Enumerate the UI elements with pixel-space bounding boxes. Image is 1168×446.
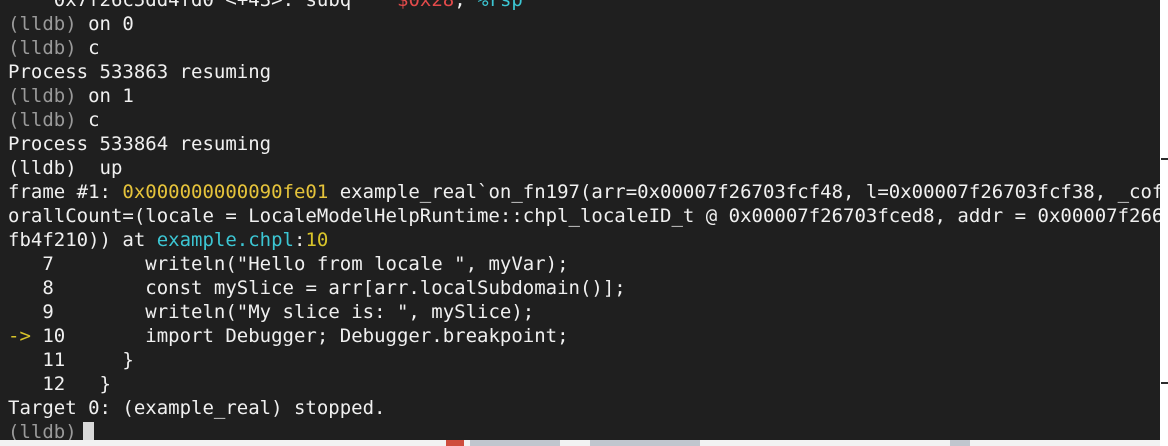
partial-disassembly-line: 0x7f26c5dd4fd0 <+43>: subq $0x28, %rsp: [8, 0, 1160, 12]
line-number: 7: [42, 253, 54, 275]
line-code: const mySlice = arr[arr.localSubdomain()…: [53, 277, 626, 299]
line-number: 8: [42, 277, 54, 299]
source-line: 11 }: [8, 348, 1160, 372]
source-line-number: 10: [305, 229, 329, 251]
terminal-output: 0x7f26c5dd4fd0 <+43>: subq $0x28, %rsp (…: [0, 0, 1160, 440]
line-marker: [8, 349, 42, 371]
output-text: Process 533864 resuming: [8, 133, 272, 155]
lldb-prompt: (lldb): [8, 85, 77, 107]
command-text: c: [76, 109, 100, 131]
source-file: example.chpl: [156, 229, 294, 251]
line-code: }: [65, 349, 134, 371]
edge-mark: [1161, 158, 1168, 160]
frame-prefix: frame #1:: [8, 181, 123, 203]
session-line: (lldb) up: [8, 156, 1160, 180]
session-line: (lldb) c: [8, 108, 1160, 132]
frame-args: orallCount=(locale = LocaleModelHelpRunt…: [8, 205, 1160, 227]
source-line: 7 writeln("Hello from locale ", myVar);: [8, 252, 1160, 276]
source-line: 9 writeln("My slice is: ", mySlice);: [8, 300, 1160, 324]
source-line: 12 }: [8, 372, 1160, 396]
frame-args-end: fb4f210)) at: [8, 229, 157, 251]
line-marker: [8, 253, 42, 275]
line-marker: [8, 277, 42, 299]
lldb-prompt: (lldb): [8, 37, 77, 59]
source-separator: :: [294, 229, 306, 251]
line-code: writeln("My slice is: ", mySlice);: [53, 301, 535, 323]
background-accent: [446, 440, 464, 446]
current-line-arrow-icon: ->: [8, 325, 43, 347]
line-number: 10: [42, 325, 66, 347]
text-cursor[interactable]: [82, 422, 94, 440]
background-window-strip: [0, 440, 1160, 446]
session-line: (lldb) c: [8, 36, 1160, 60]
output-line: Process 533864 resuming: [8, 132, 1160, 156]
frame-line-3: fb4f210)) at example.chpl:10: [8, 228, 1160, 252]
line-code: }: [65, 373, 111, 395]
line-number: 12: [42, 373, 66, 395]
background-block: [950, 440, 970, 446]
line-code: import Debugger; Debugger.breakpoint;: [65, 325, 569, 347]
disasm-immediate: $0x28: [397, 0, 455, 11]
window-edge: [1160, 0, 1168, 446]
lldb-prompt: (lldb): [8, 421, 77, 440]
frame-line-2: orallCount=(locale = LocaleModelHelpRunt…: [8, 204, 1160, 228]
lldb-prompt: (lldb): [8, 13, 77, 35]
output-line: Process 533863 resuming: [8, 60, 1160, 84]
command-text: up: [76, 157, 123, 179]
background-block: [470, 440, 560, 446]
line-marker: [8, 301, 42, 323]
status-line: Target 0: (example_real) stopped.: [8, 396, 1160, 420]
input-line[interactable]: (lldb): [8, 420, 1160, 440]
disasm-offset: <+43>:: [225, 0, 295, 11]
edge-mark: [1161, 382, 1168, 384]
source-line-current: -> 10 import Debugger; Debugger.breakpoi…: [8, 324, 1160, 348]
line-number: 9: [42, 301, 54, 323]
session-line: (lldb) on 0: [8, 12, 1160, 36]
disasm-address: 0x7f26c5dd4fd0: [53, 0, 214, 11]
line-number: 11: [42, 349, 66, 371]
background-block: [590, 440, 700, 446]
line-marker: [8, 373, 42, 395]
lldb-prompt: (lldb): [8, 109, 77, 131]
disasm-op: subq: [305, 0, 352, 11]
status-text: Target 0: (example_real) stopped.: [8, 397, 386, 419]
disasm-separator: ,: [454, 0, 466, 11]
disasm-register: %rsp: [477, 0, 523, 11]
lldb-prompt: (lldb): [8, 157, 77, 179]
frame-line-1: frame #1: 0x000000000090fe01 example_rea…: [8, 180, 1160, 204]
line-code: writeln("Hello from locale ", myVar);: [53, 253, 569, 275]
command-text: on 1: [76, 85, 134, 107]
command-text: c: [76, 37, 100, 59]
source-line: 8 const mySlice = arr[arr.localSubdomain…: [8, 276, 1160, 300]
command-text: on 0: [76, 13, 134, 35]
frame-address: 0x000000000090fe01: [122, 181, 329, 203]
session-line: (lldb) on 1: [8, 84, 1160, 108]
terminal-window[interactable]: 0x7f26c5dd4fd0 <+43>: subq $0x28, %rsp (…: [0, 0, 1160, 440]
frame-signature: example_real`on_fn197(arr=0x00007f26703f…: [328, 181, 1160, 203]
output-text: Process 533863 resuming: [8, 61, 272, 83]
